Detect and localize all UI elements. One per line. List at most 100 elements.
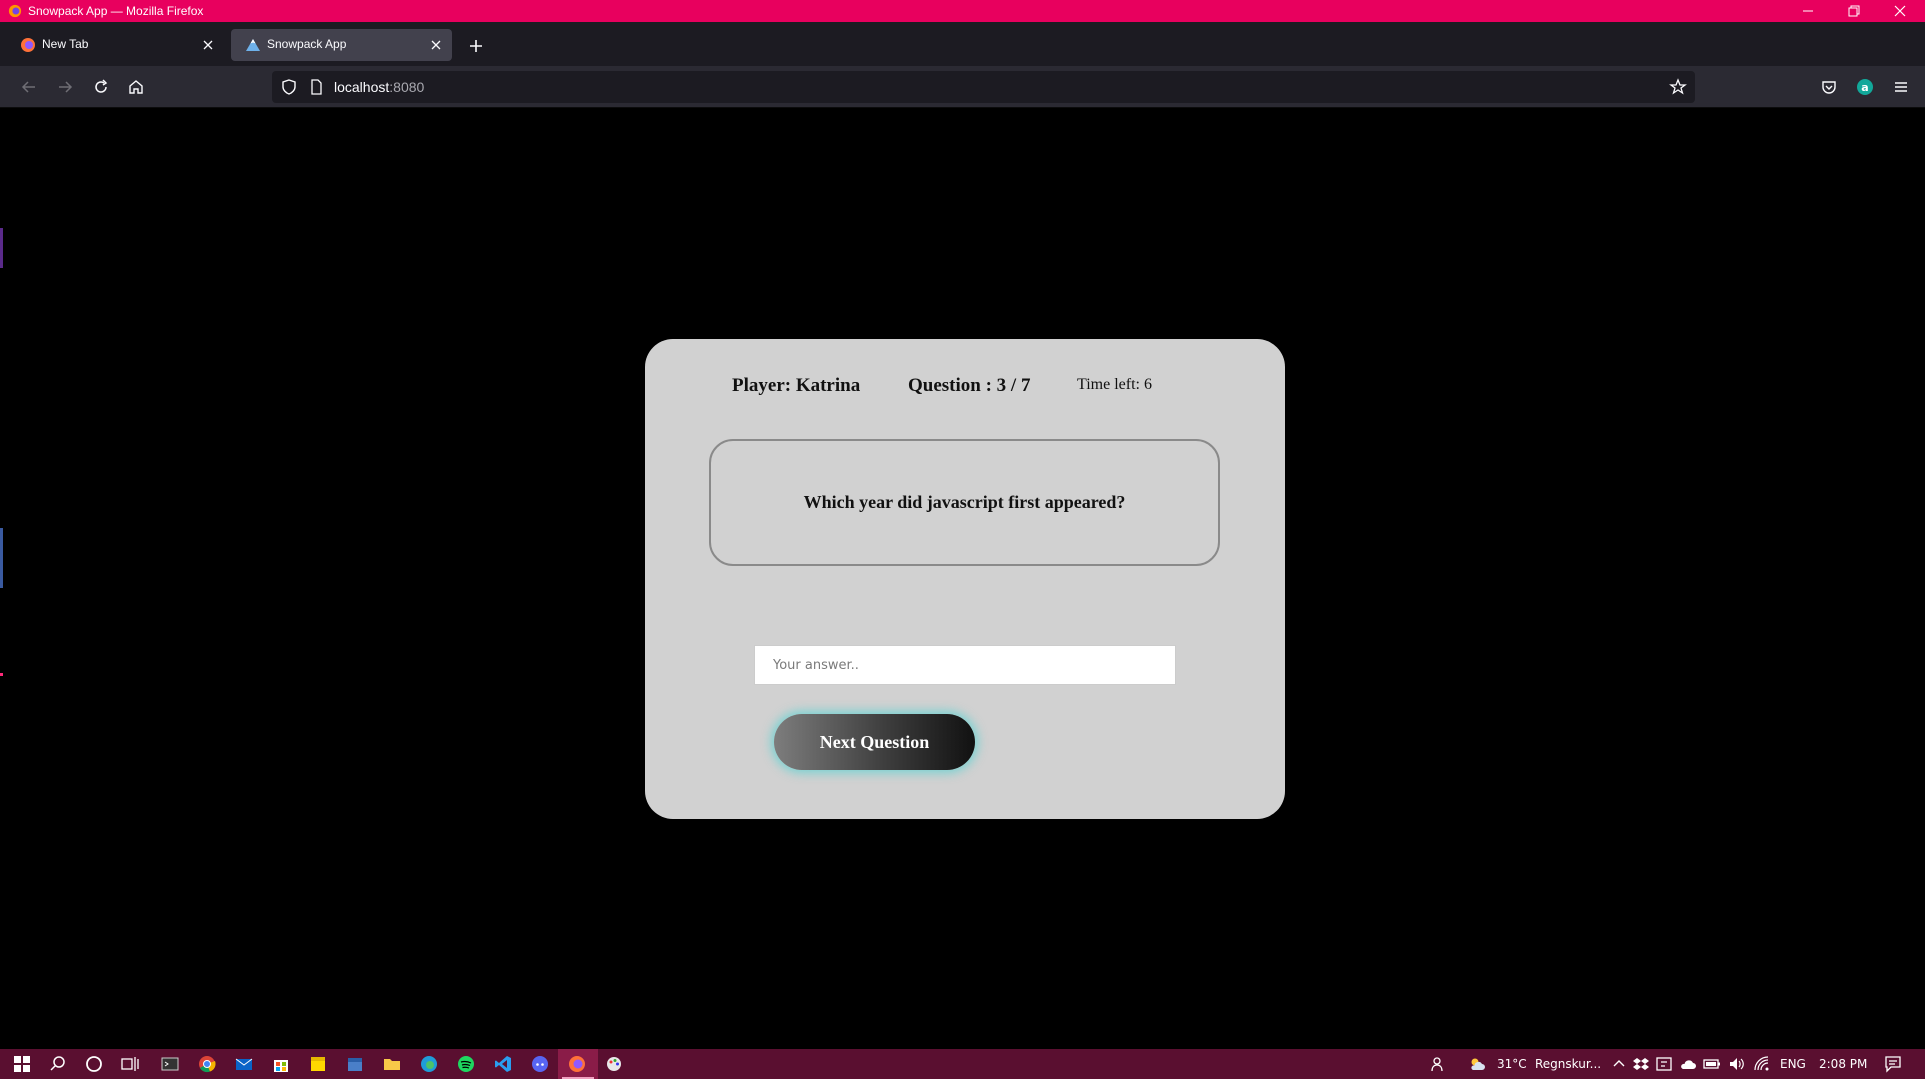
windows-start-icon [14, 1056, 30, 1072]
tab-label: Snowpack App [267, 37, 347, 51]
taskbar-app-chrome[interactable] [197, 1054, 217, 1074]
taskbar-app-vscode[interactable] [493, 1054, 513, 1074]
search-button[interactable] [48, 1054, 68, 1074]
taskbar-app-paint[interactable] [604, 1054, 624, 1074]
search-icon [50, 1056, 65, 1071]
back-arrow-icon [21, 81, 35, 93]
forward-arrow-icon [59, 81, 73, 93]
tab-close-icon[interactable] [200, 37, 216, 53]
page-content: Player: Katrina Question : 3 / 7 Time le… [0, 108, 1925, 1049]
cortana-button[interactable] [84, 1054, 104, 1074]
tab-strip: New Tab Snowpack App [0, 22, 1925, 66]
page-icon [311, 79, 322, 95]
volume-tray-icon[interactable] [1727, 1054, 1747, 1074]
pocket-button[interactable] [1816, 74, 1842, 100]
tab-new-tab[interactable]: New Tab [6, 29, 224, 61]
hamburger-menu-icon [1895, 82, 1907, 92]
new-tab-icon[interactable] [464, 34, 488, 58]
task-view-button[interactable] [120, 1054, 140, 1074]
clock-time[interactable]: 2:08 PM [1819, 1057, 1867, 1071]
address-bar[interactable]: localhost:8080 [272, 71, 1695, 103]
cloudy-weather-icon [1471, 1058, 1485, 1070]
chevron-up-icon [1613, 1060, 1625, 1067]
account-button[interactable]: a [1852, 74, 1878, 100]
onedrive-tray-icon[interactable] [1678, 1054, 1698, 1074]
taskbar-app-spotify[interactable] [456, 1054, 476, 1074]
wifi-icon [1754, 1056, 1769, 1071]
navigation-toolbar: localhost:8080 a [0, 66, 1925, 108]
edge-artifact [0, 528, 3, 588]
back-button[interactable] [16, 74, 42, 100]
taskbar-app-store[interactable] [271, 1054, 291, 1074]
windows-taskbar: 31°C Regnskur... ENG 2:08 PM [0, 1049, 1925, 1079]
menu-button[interactable] [1888, 74, 1914, 100]
pocket-icon [1822, 81, 1836, 94]
snowpack-icon [246, 39, 260, 51]
minimize-button[interactable] [1785, 0, 1831, 22]
taskbar-app-mail[interactable] [234, 1054, 254, 1074]
screen-tray-icon[interactable] [1654, 1054, 1674, 1074]
action-center-button[interactable] [1883, 1054, 1903, 1074]
discord-icon [532, 1056, 548, 1072]
taskbar-app-file-explorer[interactable] [382, 1054, 402, 1074]
input-language[interactable]: ENG [1780, 1057, 1806, 1071]
url-host: localhost [334, 79, 390, 95]
restore-button[interactable] [1831, 0, 1877, 22]
answer-input[interactable] [754, 645, 1176, 685]
firefox-icon [8, 4, 22, 18]
svg-text:a: a [1861, 81, 1868, 94]
battery-tray-icon[interactable] [1702, 1054, 1722, 1074]
wifi-tray-icon[interactable] [1752, 1054, 1772, 1074]
taskbar-app-calendar[interactable] [345, 1054, 365, 1074]
firefox-icon [569, 1056, 585, 1072]
dropbox-tray-icon[interactable] [1631, 1054, 1651, 1074]
next-question-button[interactable]: Next Question [774, 714, 975, 770]
player-name: Player: Katrina [732, 375, 861, 396]
chrome-icon [199, 1056, 216, 1073]
home-icon [129, 80, 143, 94]
tracking-protection-shield-icon[interactable] [280, 78, 298, 96]
reload-button[interactable] [88, 74, 114, 100]
edge-artifact [0, 228, 3, 268]
home-button[interactable] [123, 74, 149, 100]
taskbar-app-edge[interactable] [419, 1054, 439, 1074]
account-avatar-icon: a [1857, 79, 1873, 95]
tab-close-icon[interactable] [428, 37, 444, 53]
sticky-notes-icon [311, 1057, 325, 1071]
close-icon [1894, 5, 1906, 17]
battery-icon [1703, 1059, 1720, 1069]
firefox-icon [21, 38, 35, 52]
cortana-circle-icon [86, 1056, 102, 1072]
question-counter: Question : 3 / 7 [908, 375, 1031, 396]
store-icon [274, 1060, 288, 1072]
weather-widget[interactable] [1467, 1054, 1487, 1074]
bookmark-star-icon[interactable] [1669, 78, 1687, 96]
taskbar-app-discord[interactable] [530, 1054, 550, 1074]
close-window-button[interactable] [1877, 0, 1923, 22]
minimize-icon [1803, 10, 1813, 12]
task-view-icon [121, 1057, 139, 1071]
people-tray-button[interactable] [1428, 1054, 1448, 1074]
question-box: Which year did javascript first appeared… [709, 439, 1220, 566]
screen-capture-icon [1656, 1057, 1672, 1071]
start-button[interactable] [12, 1054, 32, 1074]
cloud-icon [1681, 1060, 1696, 1069]
edge-artifact [0, 673, 3, 676]
taskbar-app-firefox[interactable] [567, 1054, 587, 1074]
window-title: Snowpack App — Mozilla Firefox [28, 4, 204, 18]
speaker-icon [1730, 1058, 1744, 1070]
quiz-header: Player: Katrina Question : 3 / 7 Time le… [645, 375, 1285, 399]
dropbox-icon [1633, 1058, 1649, 1070]
forward-button[interactable] [52, 74, 78, 100]
question-text: Which year did javascript first appeared… [803, 492, 1126, 512]
restore-icon [1848, 5, 1860, 17]
tab-label: New Tab [42, 37, 89, 51]
taskbar-app-sticky-notes[interactable] [308, 1054, 328, 1074]
taskbar-app-terminal[interactable] [160, 1054, 180, 1074]
vscode-icon [495, 1056, 511, 1072]
show-hidden-icons-button[interactable] [1609, 1054, 1629, 1074]
terminal-icon [161, 1057, 179, 1071]
reload-icon [95, 79, 108, 93]
notification-icon [1885, 1056, 1901, 1073]
tab-snowpack-app[interactable]: Snowpack App [231, 29, 452, 61]
